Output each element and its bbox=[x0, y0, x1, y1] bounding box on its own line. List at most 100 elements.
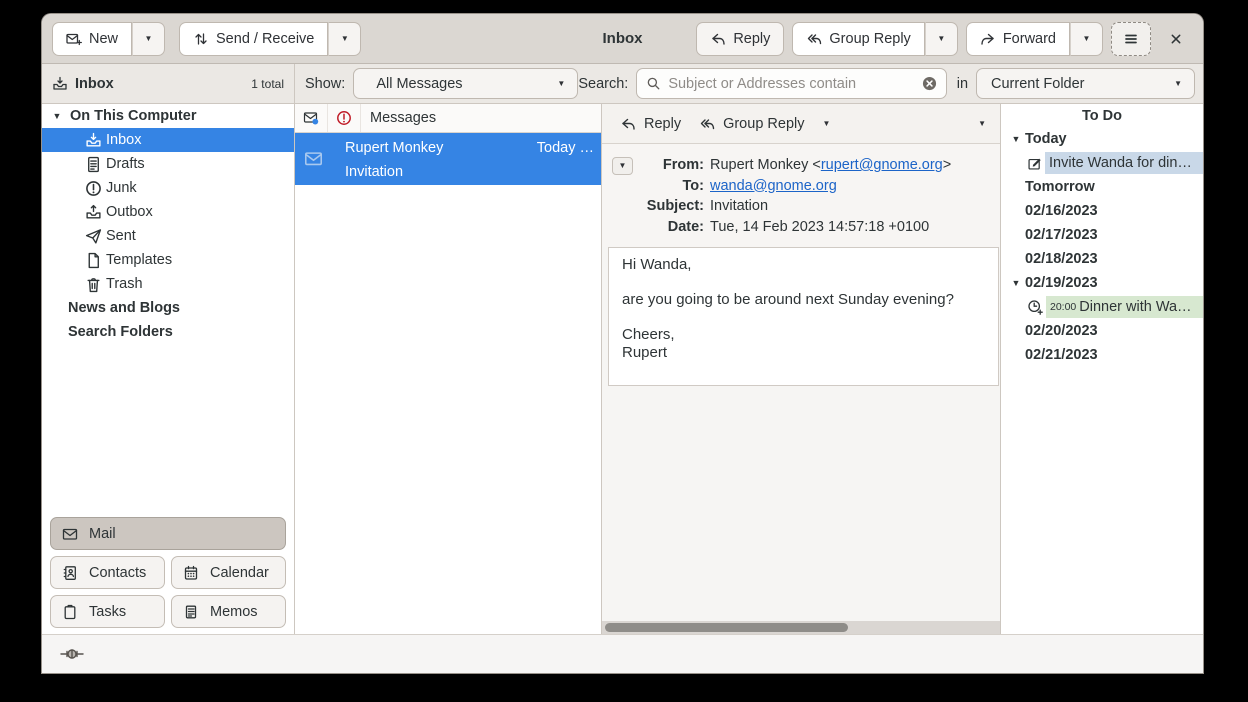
new-dropdown-button[interactable]: ▼ bbox=[132, 22, 165, 56]
header-bar: Inbox New ▼ Send / Receive ▼ Reply bbox=[42, 14, 1203, 64]
contacts-icon bbox=[62, 565, 78, 581]
sidebar-item-junk[interactable]: Junk bbox=[42, 176, 294, 200]
preview-pane: Reply Group Reply ▼ ▼ ▼ From: Rupert Mon… bbox=[602, 104, 1001, 634]
calendar-icon bbox=[183, 565, 199, 581]
from-email-link[interactable]: rupert@gnome.org bbox=[821, 157, 943, 173]
new-mail-icon bbox=[66, 31, 82, 47]
menu-icon bbox=[1123, 31, 1139, 47]
todo-group-today[interactable]: ▼ Today bbox=[1001, 127, 1203, 151]
send-receive-button-group: Send / Receive ▼ bbox=[179, 22, 361, 56]
mail-view-button[interactable]: Mail bbox=[50, 517, 286, 550]
chevron-down-icon: ▼ bbox=[937, 35, 945, 43]
sidebar-item-trash[interactable]: Trash bbox=[42, 272, 294, 296]
read-status-column-header[interactable] bbox=[295, 104, 328, 132]
todo-event-item[interactable]: 20:00 Dinner with Wa… bbox=[1001, 295, 1203, 319]
todo-group-label: 02/21/2023 bbox=[1025, 347, 1098, 363]
expander-icon[interactable]: ▼ bbox=[1007, 278, 1025, 288]
trash-icon bbox=[85, 276, 102, 293]
send-receive-button[interactable]: Send / Receive bbox=[179, 22, 328, 56]
todo-group-tomorrow[interactable]: Tomorrow bbox=[1001, 175, 1203, 199]
sidebar-item-outbox[interactable]: Outbox bbox=[42, 200, 294, 224]
message-date: Today … bbox=[537, 140, 594, 156]
folder-label: Templates bbox=[106, 252, 172, 268]
group-label: News and Blogs bbox=[68, 300, 180, 316]
contacts-view-button[interactable]: Contacts bbox=[50, 556, 165, 589]
tasks-view-button[interactable]: Tasks bbox=[50, 595, 165, 628]
main-area: ▼ On This Computer Inbox Drafts Junk Out… bbox=[42, 104, 1203, 634]
drafts-icon bbox=[85, 156, 102, 173]
preview-group-reply-label: Group Reply bbox=[723, 116, 804, 132]
preview-group-reply-button[interactable]: Group Reply bbox=[695, 108, 808, 140]
show-filter-dropdown[interactable]: All Messages ▼ bbox=[353, 68, 578, 99]
todo-group-date[interactable]: 02/17/2023 bbox=[1001, 223, 1203, 247]
todo-group-date[interactable]: 02/18/2023 bbox=[1001, 247, 1203, 271]
status-bar bbox=[42, 634, 1203, 673]
messages-column-header[interactable]: Messages bbox=[361, 104, 601, 132]
forward-button[interactable]: Forward bbox=[966, 22, 1070, 56]
todo-event-label: Dinner with Wa… bbox=[1079, 299, 1191, 315]
expander-icon[interactable]: ▼ bbox=[50, 111, 64, 121]
todo-pane-title: To Do bbox=[1001, 104, 1203, 127]
forward-dropdown-button[interactable]: ▼ bbox=[1070, 22, 1103, 56]
folder-sidebar: ▼ On This Computer Inbox Drafts Junk Out… bbox=[42, 104, 295, 634]
hamburger-menu-button[interactable] bbox=[1111, 22, 1151, 56]
date-label: Date: bbox=[642, 218, 704, 238]
from-label: From: bbox=[642, 156, 704, 176]
send-receive-dropdown-button[interactable]: ▼ bbox=[328, 22, 361, 56]
memos-view-button[interactable]: Memos bbox=[171, 595, 286, 628]
preview-reply-button[interactable]: Reply bbox=[616, 108, 685, 140]
folder-label: Sent bbox=[106, 228, 136, 244]
mail-icon bbox=[62, 526, 78, 542]
search-scope-dropdown[interactable]: Current Folder ▼ bbox=[976, 68, 1195, 99]
sidebar-item-templates[interactable]: Templates bbox=[42, 248, 294, 272]
chevron-down-icon: ▼ bbox=[145, 35, 153, 43]
send-receive-label: Send / Receive bbox=[216, 31, 314, 47]
folder-label: Outbox bbox=[106, 204, 153, 220]
chevron-down-icon: ▼ bbox=[341, 35, 349, 43]
collapse-headers-button[interactable]: ▼ bbox=[612, 157, 633, 175]
calendar-view-button[interactable]: Calendar bbox=[171, 556, 286, 589]
sidebar-item-news-and-blogs[interactable]: News and Blogs bbox=[42, 296, 294, 320]
todo-group-date[interactable]: 02/21/2023 bbox=[1001, 343, 1203, 367]
group-reply-button[interactable]: Group Reply bbox=[792, 22, 924, 56]
read-mail-icon bbox=[304, 149, 323, 168]
group-reply-options-arrow-icon[interactable]: ▼ bbox=[822, 120, 830, 128]
folder-name: Inbox bbox=[75, 76, 114, 92]
todo-task-item[interactable]: Invite Wanda for din… bbox=[1001, 151, 1203, 175]
todo-group-date-expanded[interactable]: ▼ 02/19/2023 bbox=[1001, 271, 1203, 295]
header-actions: Reply Group Reply ▼ Forward ▼ bbox=[696, 22, 1193, 56]
scrollbar-thumb[interactable] bbox=[605, 623, 848, 632]
message-headers: ▼ From: Rupert Monkey <rupert@gnome.org>… bbox=[602, 144, 1000, 247]
online-status-icon[interactable] bbox=[60, 647, 84, 661]
reply-button[interactable]: Reply bbox=[696, 22, 784, 56]
expander-icon[interactable]: ▼ bbox=[1007, 134, 1025, 144]
flag-column-header[interactable] bbox=[328, 104, 361, 132]
calendar-view-label: Calendar bbox=[210, 565, 269, 581]
tasks-view-label: Tasks bbox=[89, 604, 126, 620]
todo-group-date[interactable]: 02/20/2023 bbox=[1001, 319, 1203, 343]
sidebar-item-sent[interactable]: Sent bbox=[42, 224, 294, 248]
sidebar-item-search-folders[interactable]: Search Folders bbox=[42, 320, 294, 344]
preview-more-options-arrow-icon[interactable]: ▼ bbox=[978, 120, 986, 128]
chevron-down-icon: ▼ bbox=[1083, 35, 1091, 43]
view-switcher: Mail Contacts Calendar bbox=[50, 517, 286, 628]
chevron-down-icon: ▼ bbox=[1174, 80, 1182, 88]
message-row-selected[interactable]: Rupert Monkey Today … Invitation bbox=[295, 133, 601, 185]
sidebar-item-on-this-computer[interactable]: ▼ On This Computer bbox=[42, 104, 294, 128]
folder-label: Trash bbox=[106, 276, 143, 292]
to-email-link[interactable]: wanda@gnome.org bbox=[710, 178, 837, 194]
new-button[interactable]: New bbox=[52, 22, 132, 56]
reply-icon bbox=[620, 116, 636, 132]
preview-horizontal-scrollbar[interactable] bbox=[602, 621, 1000, 634]
clear-search-icon[interactable] bbox=[922, 76, 937, 91]
to-label: To: bbox=[642, 177, 704, 197]
chevron-down-icon: ▼ bbox=[557, 80, 565, 88]
sidebar-item-inbox[interactable]: Inbox bbox=[42, 128, 294, 152]
reply-label: Reply bbox=[733, 31, 770, 47]
window-close-button[interactable] bbox=[1159, 22, 1193, 56]
sidebar-item-drafts[interactable]: Drafts bbox=[42, 152, 294, 176]
group-reply-dropdown-button[interactable]: ▼ bbox=[925, 22, 958, 56]
folder-label: Drafts bbox=[106, 156, 145, 172]
search-input[interactable] bbox=[668, 76, 914, 92]
todo-group-date[interactable]: 02/16/2023 bbox=[1001, 199, 1203, 223]
